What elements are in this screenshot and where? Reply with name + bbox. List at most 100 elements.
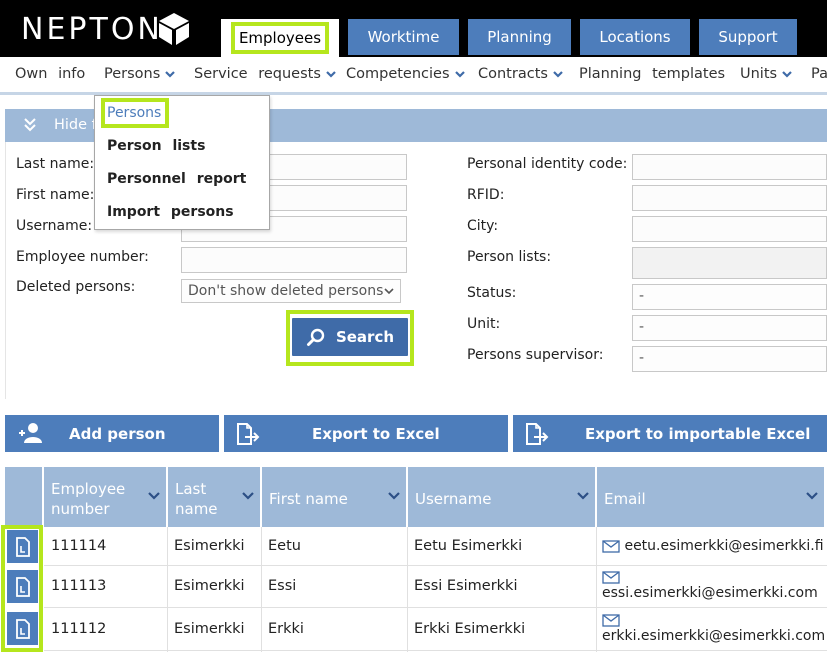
cell-email[interactable]: eetu.esimerkki@esimerkki.fi [602,538,824,554]
tab-worktime[interactable]: Worktime [348,19,459,55]
export-excel-button[interactable]: Export to Excel [224,415,508,452]
cell-first-name: Essi [268,578,297,594]
person-lists-select[interactable] [632,247,827,279]
row-divider [44,565,827,566]
dropdown-item-personnel-report[interactable]: Personnel report [107,171,246,187]
column-header-line: name [175,500,218,518]
tab-locations[interactable]: Locations [580,19,690,55]
tab-worktime-label: Worktime [367,28,440,46]
column-header-label: Email [604,490,646,508]
sub-menu-bar: Own info Persons Service requests Compet… [0,57,827,95]
top-bar: NEPTON Employees Worktime Planning Locat… [0,0,827,57]
cell-username: Eetu Esimerkki [414,538,523,554]
first-name-label: First name: [16,187,95,203]
menu-contracts-label: Contracts [478,66,548,82]
menu-planning-templates[interactable]: Planning templates [579,66,725,82]
logo-text: NEPTON [21,12,163,47]
cell-username: Erkki Esimerkki [414,621,526,637]
menu-persons[interactable]: Persons [104,66,176,82]
column-header-label: Last name [175,479,218,519]
cell-employee-number: 111112 [51,621,107,637]
export-excel-label: Export to Excel [312,425,440,443]
column-header-label: Employee number [51,479,125,519]
email-link[interactable]: eetu.esimerkki@esimerkki.fi [624,538,823,554]
deleted-persons-label: Deleted persons: [16,279,136,295]
column-header-line: Employee [51,480,126,498]
export-importable-label: Export to importable Excel [585,425,811,443]
add-person-button[interactable]: Add person [5,415,219,452]
menu-pa-label: Pa [811,66,827,82]
tab-employees[interactable]: Employees [221,19,339,57]
column-header-label: Username [415,490,492,508]
cell-last-name: Esimerkki [174,578,245,594]
tab-locations-label: Locations [599,28,671,46]
column-divider [167,527,168,652]
chevron-down-icon [577,492,589,500]
email-link[interactable]: essi.esimerkki@esimerkki.com [602,585,818,601]
email-link[interactable]: erkki.esimerkki@esimerkki.com [602,628,825,644]
column-header-username[interactable]: Username [408,467,595,527]
persons-supervisor-select[interactable]: - [632,346,827,372]
dropdown-item-person-lists[interactable]: Person lists [107,138,205,154]
rfid-input[interactable] [632,185,827,211]
status-value: - [639,288,645,304]
city-input[interactable] [632,216,827,242]
tab-support-label: Support [718,28,778,46]
rfid-label: RFID: [467,187,505,203]
city-label: City: [467,218,499,234]
menu-persons-label: Persons [104,66,161,82]
menu-competencies-label: Competencies [346,66,450,82]
menu-competencies[interactable]: Competencies [346,66,466,82]
persons-supervisor-value: - [639,350,645,366]
tab-planning[interactable]: Planning [468,19,571,55]
add-person-label: Add person [69,425,166,443]
persons-supervisor-label: Persons supervisor: [467,347,604,363]
dropdown-item-persons[interactable]: Persons [101,98,169,128]
cell-email[interactable]: erkki.esimerkki@esimerkki.com [602,612,825,644]
employee-number-input[interactable] [181,247,407,273]
search-button[interactable]: Search [292,318,408,356]
chevron-down-icon [384,288,394,295]
column-divider [596,527,597,652]
mail-icon [602,539,620,553]
dropdown-item-import-persons[interactable]: Import persons [107,204,234,220]
cell-last-name: Esimerkki [174,538,245,554]
column-header-email[interactable]: Email [597,467,824,527]
deleted-persons-select[interactable]: Don't show deleted persons [181,279,401,303]
tab-support[interactable]: Support [699,19,797,55]
chevron-down-icon [454,71,465,78]
menu-service-requests[interactable]: Service requests [194,66,337,82]
menu-contracts[interactable]: Contracts [478,66,564,82]
column-divider [261,527,262,652]
column-header-line: number [51,500,110,518]
cell-employee-number: 111114 [51,538,107,554]
column-header-label: First name [269,490,348,508]
last-name-label: Last name: [16,156,95,172]
chevron-down-icon [165,71,176,78]
menu-own-info[interactable]: Own info [15,66,85,82]
open-buttons-highlight [1,525,43,652]
double-chevron-up-icon [24,118,36,132]
column-header-first-name[interactable]: First name [262,467,406,527]
chevron-down-icon [553,71,563,78]
chevron-down-icon [388,492,400,500]
menu-units[interactable]: Units [740,66,793,82]
mail-icon [602,570,620,584]
status-select[interactable]: - [632,284,827,310]
personal-identity-code-input[interactable] [632,154,827,180]
tab-employees-label: Employees [230,22,330,54]
menu-pa-truncated[interactable]: Pa [811,66,827,82]
unit-select[interactable]: - [632,315,827,341]
unit-label: Unit: [467,316,501,332]
column-header-last-name[interactable]: Last name [168,467,260,527]
cell-username: Essi Esimerkki [414,578,518,594]
chevron-down-icon [242,492,254,500]
export-importable-excel-button[interactable]: Export to importable Excel [513,415,827,452]
username-label: Username: [16,218,93,234]
column-header-employee-number[interactable]: Employee number [44,467,166,527]
mail-icon [602,613,620,627]
persons-dropdown-menu: Persons Person lists Personnel report Im… [94,95,270,230]
cell-employee-number: 111113 [51,578,107,594]
row-divider [44,650,827,651]
cell-email[interactable]: essi.esimerkki@esimerkki.com [602,569,818,601]
